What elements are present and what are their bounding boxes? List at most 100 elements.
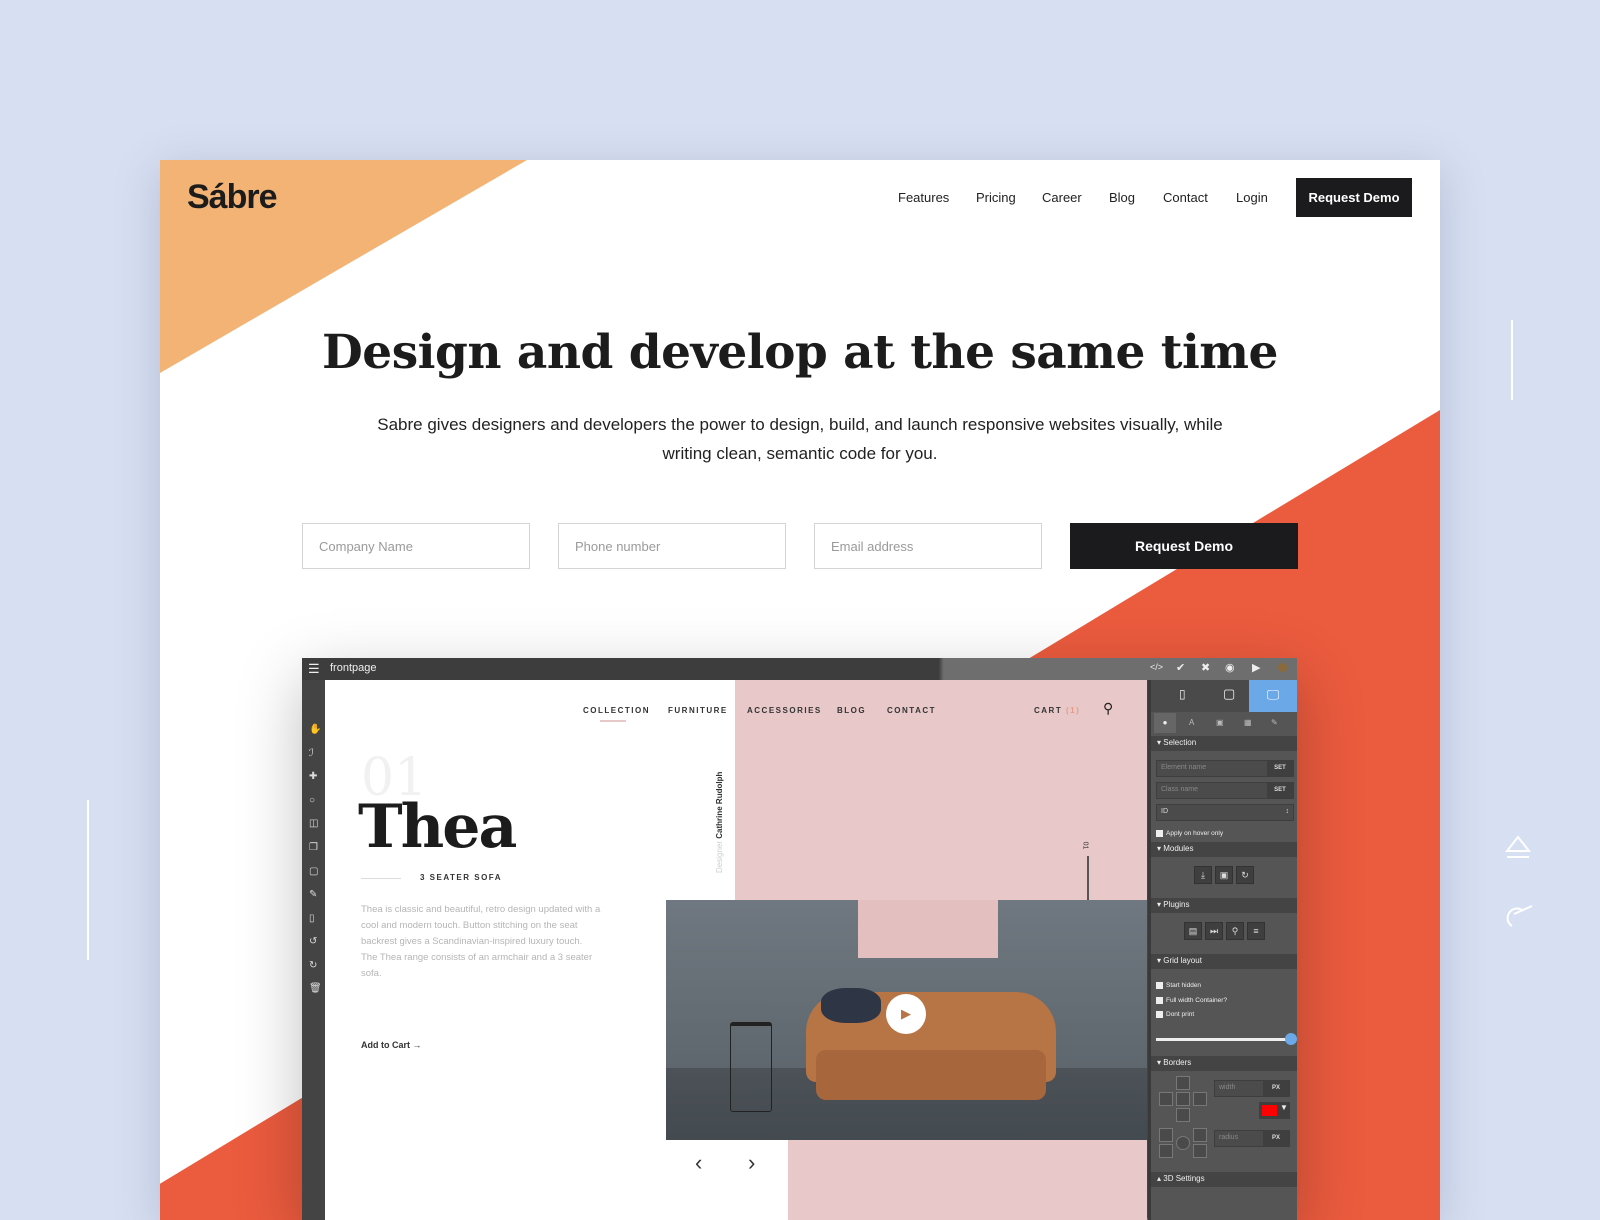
border-top[interactable] [1176, 1076, 1190, 1090]
typography-tab-icon[interactable]: A [1189, 718, 1194, 727]
radius-all[interactable] [1176, 1136, 1190, 1150]
page-name[interactable]: frontpage [330, 662, 376, 674]
email-input[interactable] [814, 523, 1042, 569]
id-select[interactable]: ID ↕ [1156, 804, 1294, 821]
map-pin-icon[interactable]: ⚲ [1226, 922, 1244, 940]
grid-slider[interactable] [1156, 1038, 1290, 1041]
redo-icon[interactable]: ↻ [309, 960, 317, 971]
circle-icon[interactable]: ○ [309, 795, 315, 806]
wrench-tab-icon[interactable]: ✎ [1271, 718, 1278, 727]
grid-tab-icon[interactable]: ▦ [1244, 718, 1252, 727]
columns-icon[interactable]: ◫ [309, 818, 318, 829]
nav-pricing[interactable]: Pricing [976, 190, 1016, 205]
pink-block-top [735, 680, 1147, 920]
tablet-view-icon[interactable]: ▢ [1223, 686, 1235, 702]
database-icon[interactable]: ▤ [1184, 922, 1202, 940]
desktop-view-icon[interactable]: 🖵 [1249, 680, 1297, 712]
plugins-header[interactable]: ▾ Plugins [1151, 898, 1297, 913]
set-button[interactable]: SET [1267, 761, 1293, 776]
borders-header[interactable]: ▾ Borders [1151, 1056, 1297, 1071]
play-icon[interactable]: ▶ [1252, 661, 1260, 674]
settings-tab-icon[interactable]: ● [1154, 713, 1176, 733]
prev-arrow[interactable]: ‹ [695, 1150, 702, 1176]
start-hidden-checkbox[interactable]: Start hidden [1156, 982, 1201, 989]
brush-icon[interactable]: ✎ [309, 889, 317, 900]
border-right[interactable] [1193, 1092, 1207, 1106]
radius-unit[interactable]: PX [1263, 1131, 1289, 1146]
cart-label: CART [1034, 706, 1063, 715]
border-color-swatch[interactable]: ▼ [1259, 1102, 1290, 1119]
border-all[interactable] [1176, 1092, 1190, 1106]
3d-settings-header[interactable]: ▴ 3D Settings [1151, 1172, 1297, 1187]
grid-slider-handle[interactable] [1285, 1033, 1297, 1045]
modules-header[interactable]: ▾ Modules [1151, 842, 1297, 857]
text-tool-icon[interactable]: ℐ [309, 748, 314, 759]
search-icon[interactable]: ⚲ [1103, 700, 1113, 717]
panel-tab-icons: ● A ▣ ▦ ✎ [1151, 713, 1297, 733]
undo-icon[interactable]: ↺ [309, 936, 317, 947]
site-nav-contact[interactable]: CONTACT [887, 706, 936, 715]
site-nav-accessories[interactable]: ACCESSORIES [747, 706, 822, 715]
radius-br[interactable] [1193, 1144, 1207, 1158]
add-to-cart-link[interactable]: Add to Cart → [361, 1040, 422, 1050]
next-arrow[interactable]: › [748, 1150, 755, 1176]
editor-window: ☰ frontpage </> ✔ ✖ ◉ ▶ ✋ ℐ ✚ ○ ◫ ❐ ▢ ✎ … [302, 658, 1297, 1220]
mobile-icon[interactable]: ▯ [309, 913, 315, 924]
request-demo-submit-button[interactable]: Request Demo [1070, 523, 1298, 569]
status-dot [1278, 663, 1287, 672]
landing-page: Sábre Features Pricing Career Blog Conta… [160, 160, 1440, 1220]
play-button[interactable]: ▶ [886, 994, 926, 1034]
nav-features[interactable]: Features [898, 190, 949, 205]
radius-tr[interactable] [1193, 1128, 1207, 1142]
grid-layout-header[interactable]: ▾ Grid layout [1151, 954, 1297, 969]
square-icon[interactable]: ▢ [309, 866, 318, 877]
element-name-input[interactable]: Element name SET [1156, 760, 1294, 777]
radius-tl[interactable] [1159, 1128, 1173, 1142]
list-icon[interactable]: ≡ [1247, 922, 1265, 940]
company-name-input[interactable] [302, 523, 530, 569]
selection-header[interactable]: ▾ Selection [1151, 736, 1297, 751]
request-demo-nav-button[interactable]: Request Demo [1296, 178, 1412, 217]
nav-login[interactable]: Login [1236, 190, 1268, 205]
code-icon[interactable]: </> [1150, 662, 1163, 672]
menu-icon[interactable]: ☰ [308, 661, 320, 677]
hover-only-checkbox[interactable]: Apply on hover only [1156, 830, 1223, 837]
class-name-placeholder: Class name [1161, 786, 1198, 793]
pink-block-bottom [788, 1140, 1147, 1220]
nav-contact[interactable]: Contact [1163, 190, 1208, 205]
radius-bl[interactable] [1159, 1144, 1173, 1158]
add-icon[interactable]: ✚ [309, 771, 317, 782]
trash-icon[interactable]: 🗑 [309, 983, 322, 994]
mobile-view-icon[interactable]: ▯ [1179, 687, 1186, 701]
phone-input[interactable] [558, 523, 786, 569]
border-width-input[interactable]: width PX [1214, 1080, 1290, 1097]
site-nav-blog[interactable]: BLOG [837, 706, 866, 715]
refresh-icon[interactable]: ↻ [1236, 866, 1254, 884]
image-tab-icon[interactable]: ▣ [1216, 718, 1224, 727]
designer-name: Cathrine Rudolph [715, 771, 724, 839]
eye-icon[interactable]: ◉ [1225, 661, 1235, 674]
dont-print-checkbox[interactable]: Dont print [1156, 1011, 1194, 1018]
download-icon[interactable]: ⤓ [1194, 866, 1212, 884]
copy-icon[interactable]: ❐ [309, 842, 318, 853]
width-placeholder: width [1219, 1084, 1236, 1091]
check-icon[interactable]: ✔ [1176, 661, 1185, 674]
skip-icon[interactable]: ⏭ [1205, 922, 1223, 940]
save-icon[interactable]: ▣ [1215, 866, 1233, 884]
full-width-label: Full width Container? [1166, 997, 1228, 1005]
nav-blog[interactable]: Blog [1109, 190, 1135, 205]
close-icon[interactable]: ✖ [1201, 661, 1210, 674]
border-bottom[interactable] [1176, 1108, 1190, 1122]
site-nav-collection[interactable]: COLLECTION [583, 706, 650, 715]
logo[interactable]: Sábre [187, 178, 277, 217]
class-name-input[interactable]: Class name SET [1156, 782, 1294, 799]
site-nav-furniture[interactable]: FURNITURE [668, 706, 728, 715]
border-radius-input[interactable]: radius PX [1214, 1130, 1290, 1147]
width-unit[interactable]: PX [1263, 1081, 1289, 1096]
full-width-checkbox[interactable]: Full width Container? [1156, 997, 1227, 1004]
set-button[interactable]: SET [1267, 783, 1293, 798]
hand-icon[interactable]: ✋ [309, 724, 321, 735]
nav-career[interactable]: Career [1042, 190, 1082, 205]
site-cart[interactable]: CART (1) [1034, 706, 1080, 715]
border-left[interactable] [1159, 1092, 1173, 1106]
